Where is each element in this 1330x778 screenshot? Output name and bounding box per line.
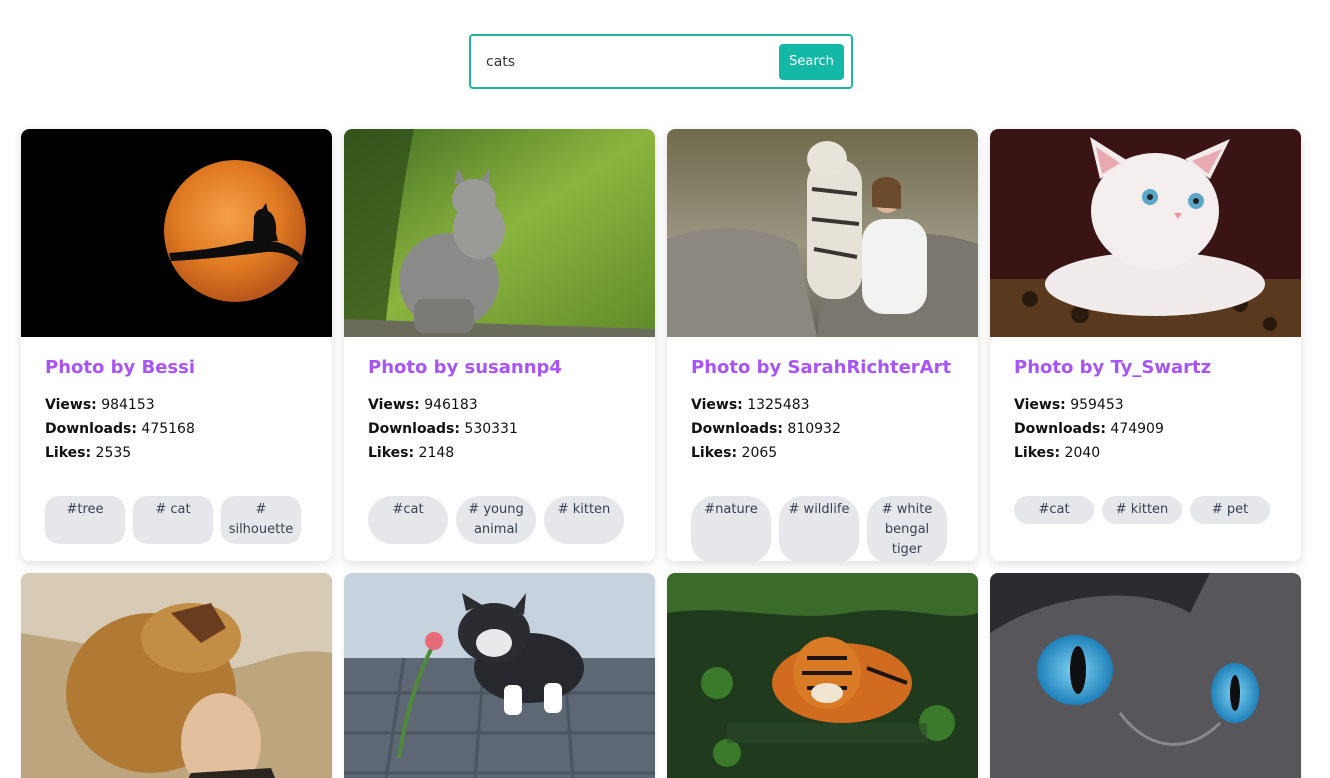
tag[interactable]: #cat <box>1014 496 1094 524</box>
tag[interactable]: # pet <box>1190 496 1270 524</box>
search-input[interactable] <box>486 41 779 82</box>
tag[interactable]: # cat <box>133 496 213 544</box>
photo-image-kitten-flower[interactable] <box>344 573 655 778</box>
photo-grid: Photo by Bessi Views: 984153 Downloads: … <box>21 129 1301 778</box>
tag[interactable]: # white bengal tiger <box>867 496 947 561</box>
photo-card <box>344 573 655 778</box>
tag-list: #cat # kitten # pet <box>1014 496 1277 524</box>
card-title: Photo by Ty_Swartz <box>1014 357 1212 378</box>
search-form: Search <box>469 34 853 89</box>
photo-image-moon-cat[interactable] <box>21 129 332 337</box>
card-title: Photo by susannp4 <box>368 357 562 378</box>
tag[interactable]: # young animal <box>456 496 536 544</box>
tag-list: #cat # young animal # kitten <box>368 496 631 544</box>
views-stat: Views: 946183 <box>368 397 478 413</box>
tag[interactable]: # silhouette <box>221 496 301 544</box>
downloads-stat: Downloads: 810932 <box>691 421 841 437</box>
photo-card <box>21 573 332 778</box>
tag[interactable]: # kitten <box>1102 496 1182 524</box>
likes-stat: Likes: 2065 <box>691 445 778 461</box>
views-stat: Views: 1325483 <box>691 397 810 413</box>
photo-image-tiger-water[interactable] <box>667 573 978 778</box>
photo-card: Photo by SarahRichterArt Views: 1325483 … <box>667 129 978 561</box>
tag-list: #nature # wildlife # white bengal tiger <box>691 496 954 561</box>
photo-image-cat-eyes[interactable] <box>990 573 1301 778</box>
tag[interactable]: #tree <box>45 496 125 544</box>
tag[interactable]: #cat <box>368 496 448 544</box>
photo-card: Photo by susannp4 Views: 946183 Download… <box>344 129 655 561</box>
photo-image-white-tiger[interactable] <box>667 129 978 337</box>
tag[interactable]: # kitten <box>544 496 624 544</box>
likes-stat: Likes: 2040 <box>1014 445 1101 461</box>
tag-list: #tree # cat # silhouette <box>45 496 308 544</box>
photo-image-lion-girl[interactable] <box>21 573 332 778</box>
tag[interactable]: # wildlife <box>779 496 859 561</box>
card-title: Photo by SarahRichterArt <box>691 357 952 378</box>
photo-card <box>990 573 1301 778</box>
views-stat: Views: 984153 <box>45 397 155 413</box>
views-stat: Views: 959453 <box>1014 397 1124 413</box>
likes-stat: Likes: 2535 <box>45 445 132 461</box>
search-button[interactable]: Search <box>779 43 844 80</box>
downloads-stat: Downloads: 474909 <box>1014 421 1164 437</box>
tag[interactable]: #nature <box>691 496 771 561</box>
photo-image-kitten-grass[interactable] <box>344 129 655 337</box>
card-title: Photo by Bessi <box>45 357 196 378</box>
downloads-stat: Downloads: 475168 <box>45 421 195 437</box>
photo-image-white-kitten[interactable] <box>990 129 1301 337</box>
photo-card: Photo by Bessi Views: 984153 Downloads: … <box>21 129 332 561</box>
photo-card: Photo by Ty_Swartz Views: 959453 Downloa… <box>990 129 1301 561</box>
likes-stat: Likes: 2148 <box>368 445 455 461</box>
downloads-stat: Downloads: 530331 <box>368 421 518 437</box>
photo-card <box>667 573 978 778</box>
